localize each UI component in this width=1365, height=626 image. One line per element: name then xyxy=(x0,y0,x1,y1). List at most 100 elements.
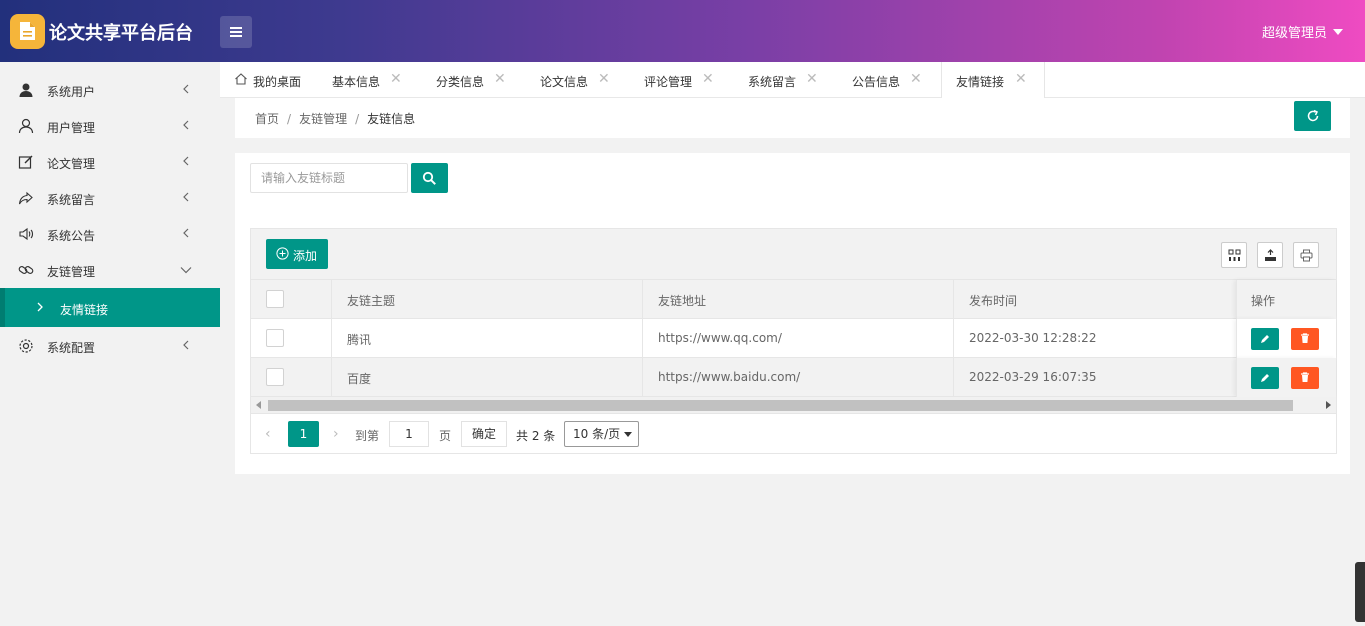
close-icon[interactable]: ✕ xyxy=(390,71,402,87)
goto-confirm-button[interactable]: 确定 xyxy=(461,421,507,447)
edit-button[interactable] xyxy=(1251,328,1279,350)
cell-actions xyxy=(1236,319,1336,358)
page-size-value: 10 条/页 xyxy=(573,427,621,441)
breadcrumb-home[interactable]: 首页 xyxy=(255,112,279,126)
sidebar-item-label: 系统用户 xyxy=(47,85,96,99)
sidebar: 系统用户 用户管理 论文管理 系统留言 系统公告 友链管理 友情链接 系统配置 xyxy=(0,62,220,626)
home-icon xyxy=(235,73,247,85)
close-icon[interactable]: ✕ xyxy=(598,71,610,87)
menu-toggle-button[interactable] xyxy=(220,16,252,48)
tab-label: 评论管理 xyxy=(644,75,693,89)
tab-label: 公告信息 xyxy=(852,75,901,89)
print-button[interactable] xyxy=(1293,242,1319,268)
columns-icon xyxy=(1228,249,1241,261)
active-indicator xyxy=(0,288,5,327)
sidebar-item-paper-management[interactable]: 论文管理 xyxy=(0,144,220,180)
close-icon[interactable]: ✕ xyxy=(494,71,506,87)
page-size-select[interactable]: 10 条/页 xyxy=(564,421,639,447)
document-icon xyxy=(20,22,35,40)
tab-basic-info[interactable]: 基本信息 ✕ xyxy=(332,62,428,98)
data-table: 添加 友链主题 友链地址 发布时间 操作 腾讯 https://www.qq.c… xyxy=(250,228,1337,454)
close-icon[interactable]: ✕ xyxy=(910,71,922,87)
chevron-left-icon xyxy=(183,84,189,94)
sidebar-item-announcements[interactable]: 系统公告 xyxy=(0,216,220,252)
row-checkbox[interactable] xyxy=(266,329,284,347)
tab-desktop[interactable]: 我的桌面 xyxy=(234,62,324,98)
header-cell: 友链主题 xyxy=(332,280,643,319)
row-checkbox[interactable] xyxy=(266,368,284,386)
plus-circle-icon xyxy=(276,247,289,260)
tab-announcement-info[interactable]: 公告信息 ✕ xyxy=(852,62,948,98)
delete-button[interactable] xyxy=(1291,328,1319,350)
chevron-left-icon xyxy=(183,340,189,350)
close-icon[interactable]: ✕ xyxy=(806,71,818,87)
search-input[interactable]: 请输入友链标题 xyxy=(250,163,408,193)
breadcrumb-bar: 首页 / 友链管理 / 友链信息 xyxy=(235,98,1350,138)
sidebar-item-messages[interactable]: 系统留言 xyxy=(0,180,220,216)
side-widget[interactable] xyxy=(1355,562,1365,622)
tab-comment-management[interactable]: 评论管理 ✕ xyxy=(644,62,740,98)
sidebar-item-label: 友链管理 xyxy=(47,265,96,279)
sidebar-item-link-management[interactable]: 友链管理 xyxy=(0,252,220,288)
user-menu[interactable]: 超级管理员 xyxy=(1262,22,1343,41)
close-icon[interactable]: ✕ xyxy=(702,71,714,87)
chevron-left-icon xyxy=(183,228,189,238)
prev-page-icon[interactable]: ‹ xyxy=(265,426,271,442)
close-icon[interactable]: ✕ xyxy=(1015,71,1027,87)
share-icon xyxy=(18,191,33,205)
sidebar-item-label: 用户管理 xyxy=(47,121,96,135)
trash-icon xyxy=(1301,333,1309,343)
chevron-down-icon xyxy=(624,432,632,437)
chevron-left-icon xyxy=(183,120,189,130)
tab-bar: 我的桌面 基本信息 ✕ 分类信息 ✕ 论文信息 ✕ 评论管理 ✕ 系统留言 ✕ … xyxy=(220,62,1365,99)
search-button[interactable] xyxy=(411,163,448,193)
export-button[interactable] xyxy=(1257,242,1283,268)
scrollbar-thumb[interactable] xyxy=(268,400,1293,411)
sidebar-subitem-label: 友情链接 xyxy=(60,303,109,317)
delete-button[interactable] xyxy=(1291,367,1319,389)
cell-title: 腾讯 xyxy=(332,319,643,358)
tab-paper-info[interactable]: 论文信息 ✕ xyxy=(540,62,636,98)
chevron-right-icon xyxy=(37,302,43,312)
header-cell: 发布时间 xyxy=(969,294,1018,308)
breadcrumb-link-management[interactable]: 友链管理 xyxy=(299,112,347,126)
user-name: 超级管理员 xyxy=(1261,26,1327,41)
goto-page-input[interactable]: 1 xyxy=(389,421,429,447)
select-all-checkbox[interactable] xyxy=(266,290,284,308)
table-toolbar: 添加 xyxy=(251,229,1336,280)
table-row: 腾讯 https://www.qq.com/ 2022-03-30 12:28:… xyxy=(251,319,1336,358)
scroll-left-icon[interactable] xyxy=(256,401,261,409)
cell-title: 百度 xyxy=(332,358,643,397)
sidebar-item-system-config[interactable]: 系统配置 xyxy=(0,328,220,364)
tab-category-info[interactable]: 分类信息 ✕ xyxy=(436,62,532,98)
sidebar-item-label: 系统留言 xyxy=(47,193,96,207)
tab-label: 系统留言 xyxy=(748,75,797,89)
header-cell-actions: 操作 xyxy=(1236,280,1336,319)
edit-button[interactable] xyxy=(1251,367,1279,389)
sidebar-item-user-management[interactable]: 用户管理 xyxy=(0,108,220,144)
sidebar-item-system-users[interactable]: 系统用户 xyxy=(0,72,220,108)
app-title: 论文共享平台后台 xyxy=(49,23,193,44)
page-unit-label: 页 xyxy=(439,429,452,443)
scroll-right-icon[interactable] xyxy=(1326,401,1331,409)
add-button[interactable]: 添加 xyxy=(266,239,328,269)
user-outline-icon xyxy=(18,118,34,134)
link-icon xyxy=(18,266,34,274)
cell-time: 2022-03-30 12:28:22 xyxy=(969,331,1097,345)
pencil-icon xyxy=(1261,335,1269,343)
trash-icon xyxy=(1301,372,1309,382)
horizontal-scrollbar[interactable] xyxy=(251,397,1336,414)
cell-url: https://www.baidu.com/ xyxy=(643,358,954,397)
speaker-icon xyxy=(19,227,34,241)
page-number-current[interactable]: 1 xyxy=(288,421,319,447)
tab-friend-links[interactable]: 友情链接 ✕ xyxy=(941,62,1045,99)
sidebar-subitem-friend-links[interactable]: 友情链接 xyxy=(0,288,220,327)
next-page-icon[interactable]: › xyxy=(333,426,339,442)
refresh-button[interactable] xyxy=(1294,101,1331,131)
tab-label: 我的桌面 xyxy=(253,75,302,89)
header-select-cell xyxy=(251,280,332,319)
tab-system-messages[interactable]: 系统留言 ✕ xyxy=(748,62,844,98)
cell-actions xyxy=(1236,358,1336,397)
total-count: 共 2 条 xyxy=(516,429,556,443)
columns-filter-button[interactable] xyxy=(1221,242,1247,268)
